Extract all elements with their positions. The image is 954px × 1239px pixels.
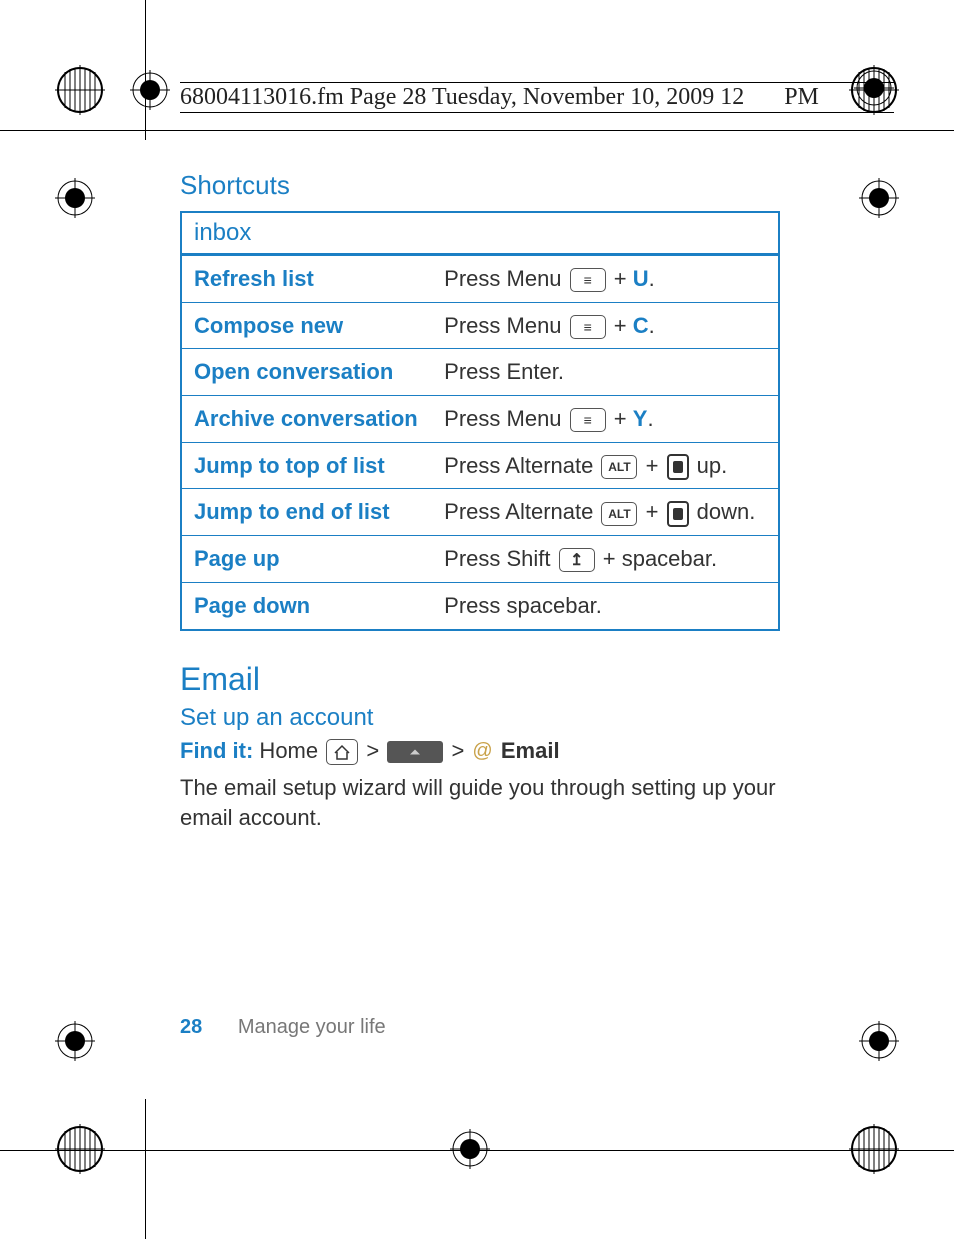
registration-mark-icon	[849, 1124, 899, 1174]
row-label: Open conversation	[181, 349, 432, 396]
page-footer: 28 Manage your life	[180, 1016, 386, 1039]
row-label: Page down	[181, 582, 432, 629]
row-desc: Press Alternate ALT + down.	[432, 489, 779, 536]
row-desc: Press spacebar.	[432, 582, 779, 629]
row-desc: Press Alternate ALT + up.	[432, 442, 779, 489]
crosshair-icon	[130, 70, 170, 110]
row-label: Refresh list	[181, 255, 432, 303]
row-desc: Press Menu ≡ + U.	[432, 255, 779, 303]
app-drawer-icon	[387, 741, 443, 763]
menu-key-icon: ≡	[570, 268, 606, 292]
shortcuts-heading: Shortcuts	[180, 170, 780, 201]
row-label: Jump to end of list	[181, 489, 432, 536]
alt-key-icon: ALT	[601, 455, 637, 479]
crop-line	[145, 1099, 146, 1239]
home-key-icon	[326, 739, 358, 765]
email-heading: Email	[180, 661, 780, 698]
table-row: Archive conversation Press Menu ≡ + Y.	[181, 396, 779, 443]
table-row: Jump to end of list Press Alternate ALT …	[181, 489, 779, 536]
row-desc: Press Enter.	[432, 349, 779, 396]
table-header: inbox	[181, 212, 779, 255]
shift-key-icon: ↥	[559, 548, 595, 572]
find-it-label: Find it:	[180, 738, 253, 763]
row-desc: Press Menu ≡ + Y.	[432, 396, 779, 443]
table-row: Open conversation Press Enter.	[181, 349, 779, 396]
row-label: Page up	[181, 536, 432, 583]
body-text: The email setup wizard will guide you th…	[180, 773, 780, 835]
crosshair-icon	[859, 178, 899, 218]
shortcuts-table: inbox Refresh list Press Menu ≡ + U. Com…	[180, 211, 780, 631]
registration-mark-icon	[55, 1124, 105, 1174]
header-text: 68004113016.fm Page 28 Tuesday, November…	[180, 83, 744, 112]
page-content: Shortcuts inbox Refresh list Press Menu …	[180, 170, 780, 834]
nav-key-icon	[667, 501, 689, 527]
crosshair-icon	[55, 178, 95, 218]
email-app-icon: @	[472, 740, 492, 763]
row-desc: Press Menu ≡ + C.	[432, 302, 779, 349]
menu-key-icon: ≡	[570, 408, 606, 432]
row-label: Jump to top of list	[181, 442, 432, 489]
table-row: Compose new Press Menu ≡ + C.	[181, 302, 779, 349]
table-row: Jump to top of list Press Alternate ALT …	[181, 442, 779, 489]
row-desc: Press Shift ↥ + spacebar.	[432, 536, 779, 583]
setup-heading: Set up an account	[180, 704, 780, 732]
row-label: Compose new	[181, 302, 432, 349]
crosshair-icon	[55, 1021, 95, 1061]
page-number: 28	[180, 1016, 202, 1038]
framemaker-header: 68004113016.fm Page 28 Tuesday, November…	[180, 82, 894, 113]
table-row: Refresh list Press Menu ≡ + U.	[181, 255, 779, 303]
row-label: Archive conversation	[181, 396, 432, 443]
footer-section: Manage your life	[238, 1016, 386, 1038]
nav-key-icon	[667, 454, 689, 480]
table-row: Page up Press Shift ↥ + spacebar.	[181, 536, 779, 583]
crosshair-icon	[450, 1129, 490, 1169]
find-it-path: Find it: Home > > @ Email	[180, 738, 780, 765]
crop-line	[0, 1150, 954, 1151]
email-app-label: Email	[501, 738, 560, 763]
alt-key-icon: ALT	[601, 502, 637, 526]
table-row: Page down Press spacebar.	[181, 582, 779, 629]
crosshair-icon	[859, 1021, 899, 1061]
registration-mark-icon	[55, 65, 105, 115]
menu-key-icon: ≡	[570, 315, 606, 339]
crop-line	[0, 130, 954, 131]
header-suffix: PM	[784, 83, 819, 112]
